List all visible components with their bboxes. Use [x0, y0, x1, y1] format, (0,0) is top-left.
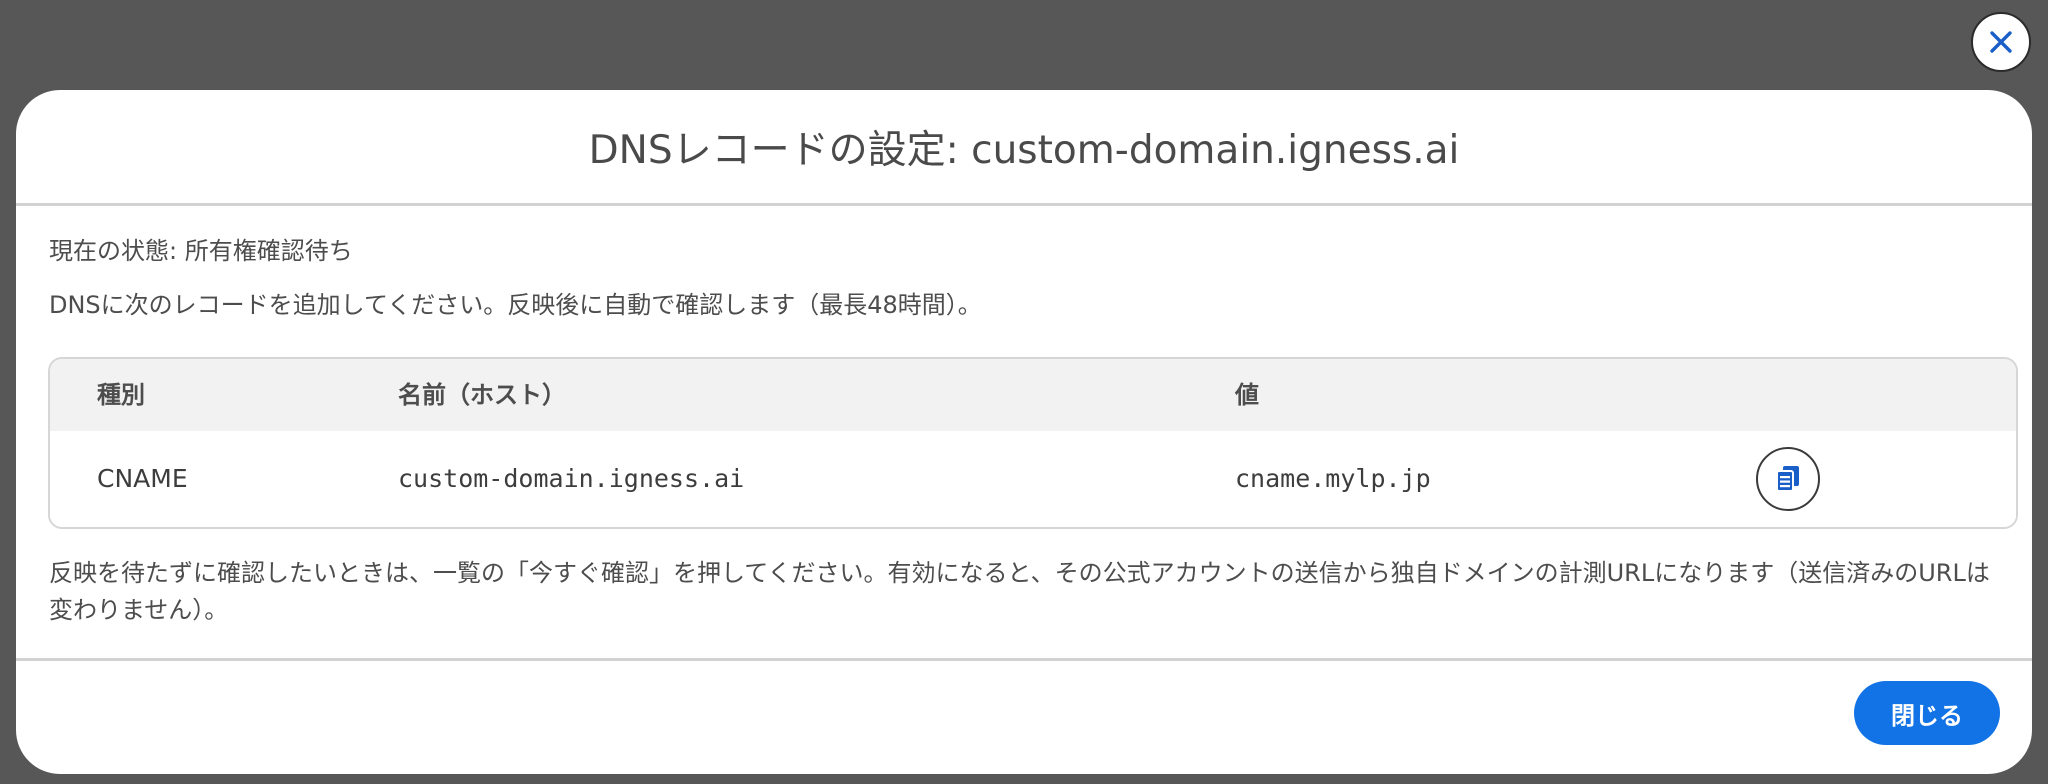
dialog-header: DNSレコードの設定: custom-domain.igness.ai [16, 90, 2032, 206]
dialog-footer: 閉じる [16, 658, 2032, 774]
record-value-cell: cname.mylp.jp [1235, 464, 1431, 493]
close-modal-button[interactable] [1971, 12, 2031, 72]
table-header: 種別 名前（ホスト） 値 [50, 359, 2016, 431]
copy-value-button[interactable] [1756, 447, 1820, 511]
table-row: CNAME custom-domain.igness.ai cname.mylp… [50, 431, 2016, 527]
status-text: 現在の状態: 所有権確認待ち [49, 237, 353, 265]
record-type-cell: CNAME [97, 464, 188, 493]
column-header-type: 種別 [97, 381, 145, 409]
dialog-body: 現在の状態: 所有権確認待ち DNSに次のレコードを追加してください。反映後に自… [16, 209, 2032, 661]
record-name-cell: custom-domain.igness.ai [398, 464, 745, 493]
verification-note: 反映を待たずに確認したいときは、一覧の「今すぐ確認」を押してください。有効になる… [49, 559, 1990, 624]
dialog-title: DNSレコードの設定: custom-domain.igness.ai [588, 127, 1460, 173]
dns-record-dialog: DNSレコードの設定: custom-domain.igness.ai 現在の状… [16, 90, 2032, 774]
instruction-text: DNSに次のレコードを追加してください。反映後に自動で確認します（最長48時間）… [49, 291, 982, 319]
column-header-value: 値 [1235, 381, 1259, 409]
copy-icon [1776, 466, 1799, 492]
column-header-name: 名前（ホスト） [398, 381, 566, 409]
dns-record-table: 種別 名前（ホスト） 値 CNAME custom-domain.igness.… [48, 357, 2018, 529]
close-icon [1990, 31, 2012, 53]
close-button[interactable]: 閉じる [1854, 681, 2000, 745]
